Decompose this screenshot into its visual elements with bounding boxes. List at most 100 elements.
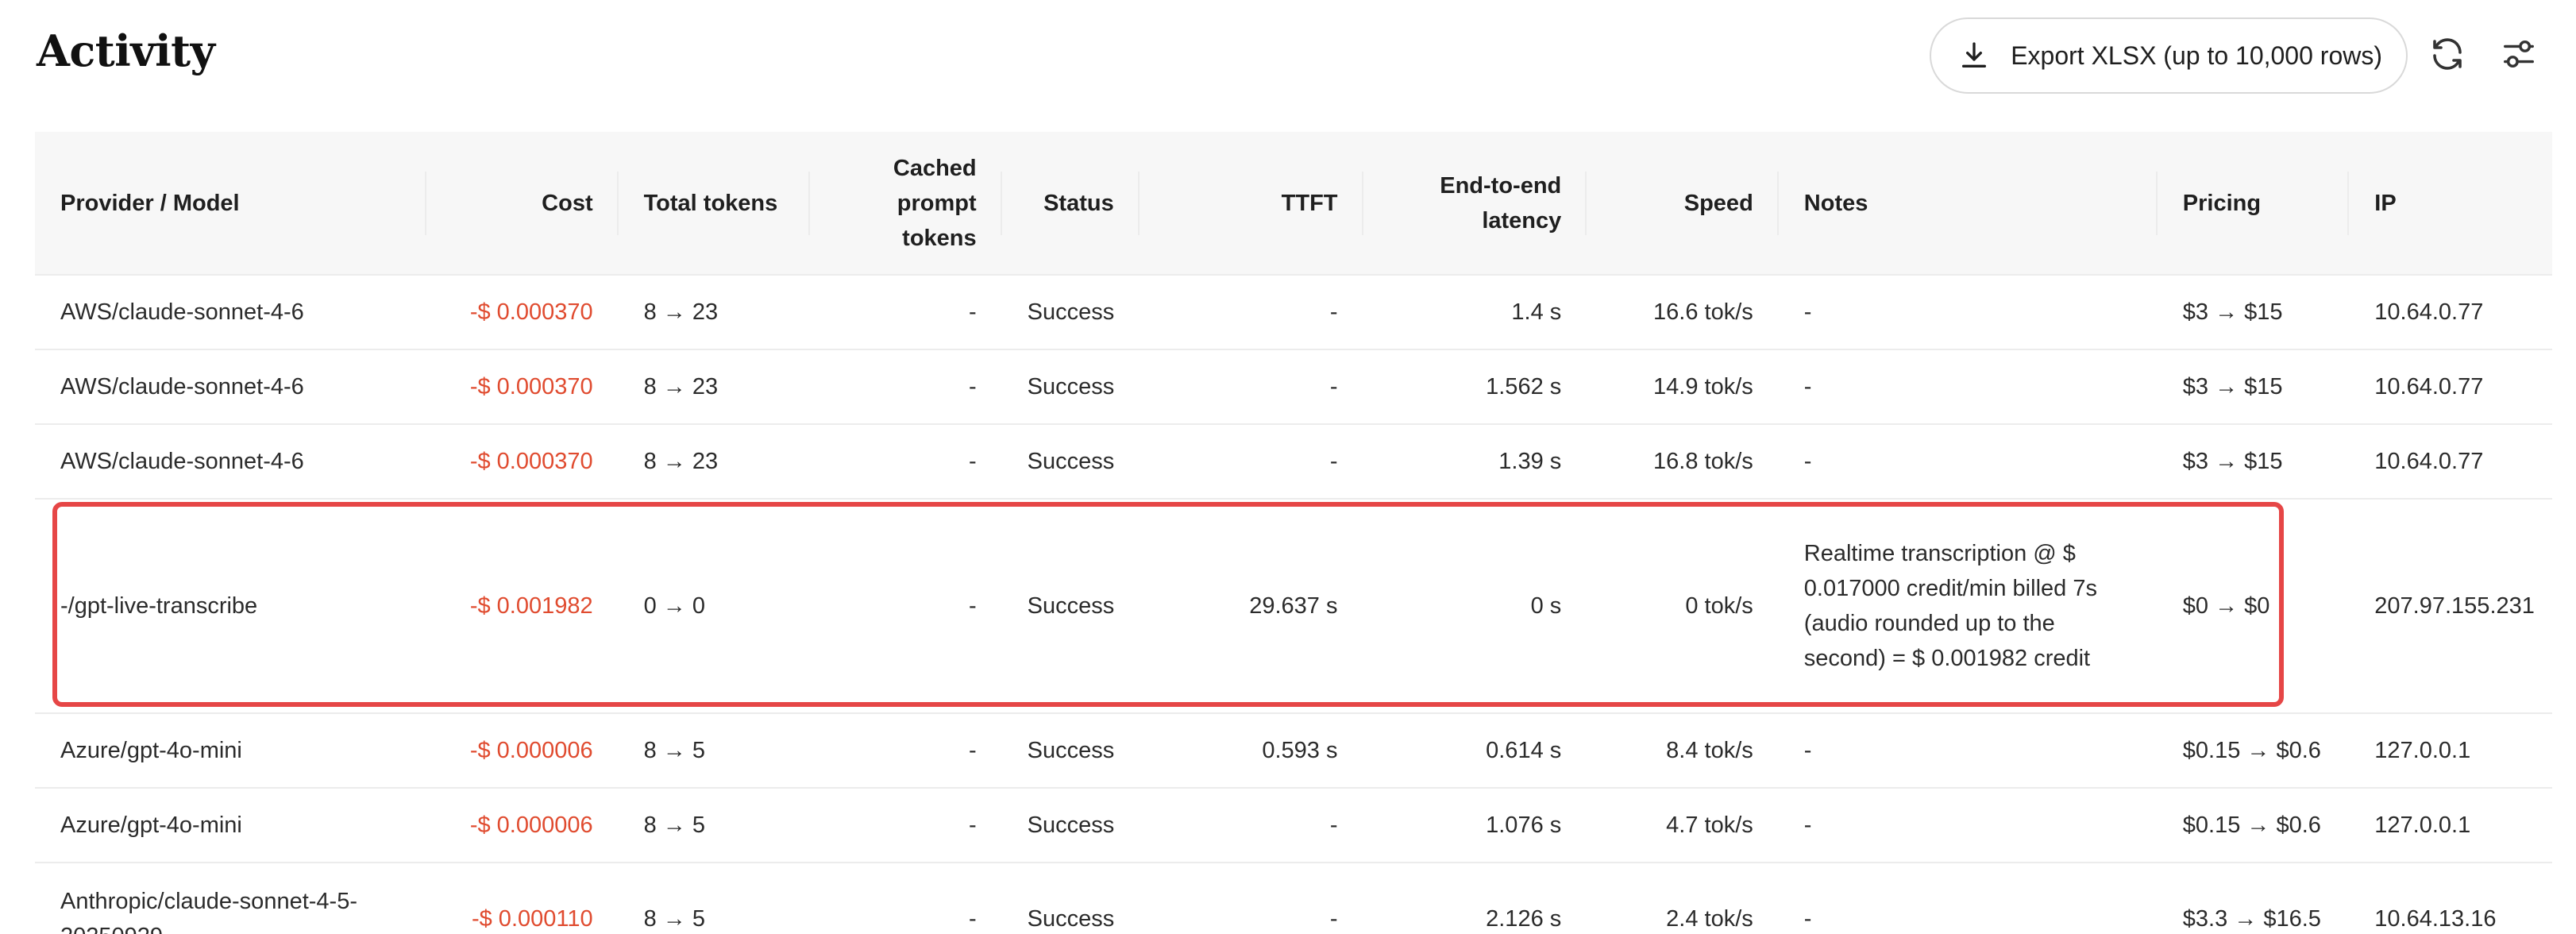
cell-speed: 0 tok/s — [1587, 498, 1779, 713]
cell-cost: -$ 0.000370 — [426, 423, 619, 499]
column-header-end-to-end-latency[interactable]: End-to-end latency — [1363, 132, 1587, 275]
cell-speed: 16.8 tok/s — [1587, 423, 1779, 499]
cell-status: Success — [1001, 862, 1140, 934]
column-header-status[interactable]: Status — [1001, 132, 1140, 275]
column-header-ip[interactable]: IP — [2349, 132, 2552, 275]
column-header-pricing[interactable]: Pricing — [2157, 132, 2350, 275]
cell-model: AWS/claude-sonnet-4-6 — [35, 274, 427, 349]
cell-status: Success — [1001, 349, 1140, 424]
cell-total-tokens: 8 → 5 — [618, 787, 811, 863]
cell-ip: 207.97.155.231 — [2349, 498, 2552, 713]
cell-notes: - — [1778, 712, 2158, 788]
download-icon — [1958, 40, 1990, 71]
cell-pricing: $3 → $15 — [2157, 274, 2350, 349]
column-header-cost[interactable]: Cost — [426, 132, 619, 275]
page-title: Activity — [37, 25, 215, 76]
cell-cost: -$ 0.000370 — [426, 349, 619, 424]
cell-latency: 1.39 s — [1363, 423, 1587, 499]
cell-ip: 127.0.0.1 — [2349, 712, 2552, 788]
activity-table-container[interactable]: Provider / Model Cost Total tokens Cache… — [35, 132, 2552, 934]
sliders-icon — [2501, 36, 2537, 76]
export-button-label: Export XLSX (up to 10,000 rows) — [2011, 41, 2382, 70]
table-row[interactable]: AWS/claude-sonnet-4-6 -$ 0.000370 8 → 23… — [35, 423, 2552, 499]
cell-cached-tokens: - — [810, 787, 1002, 863]
cell-cost: -$ 0.000006 — [426, 712, 619, 788]
cell-pricing: $0 → $0 — [2157, 498, 2350, 713]
refresh-icon — [2428, 35, 2466, 77]
cell-latency: 2.126 s — [1363, 862, 1587, 934]
cell-notes: - — [1778, 349, 2158, 424]
cell-cost: -$ 0.000110 — [426, 862, 619, 934]
cell-latency: 1.562 s — [1363, 349, 1587, 424]
cell-latency: 0.614 s — [1363, 712, 1587, 788]
cell-ttft: 0.593 s — [1139, 712, 1363, 788]
cell-cached-tokens: - — [810, 423, 1002, 499]
table-row[interactable]: Azure/gpt-4o-mini -$ 0.000006 8 → 5 - Su… — [35, 787, 2552, 863]
cell-speed: 2.4 tok/s — [1587, 862, 1779, 934]
cell-cached-tokens: - — [810, 862, 1002, 934]
column-header-notes[interactable]: Notes — [1778, 132, 2158, 275]
cell-latency: 0 s — [1363, 498, 1587, 713]
cell-model: AWS/claude-sonnet-4-6 — [35, 349, 427, 424]
cell-cached-tokens: - — [810, 349, 1002, 424]
cell-total-tokens: 0 → 0 — [618, 498, 811, 713]
column-header-provider-model[interactable]: Provider / Model — [35, 132, 427, 275]
cell-notes: - — [1778, 862, 2158, 934]
column-header-total-tokens[interactable]: Total tokens — [618, 132, 811, 275]
cell-ttft: - — [1139, 787, 1363, 863]
cell-ttft: - — [1139, 423, 1363, 499]
cell-ip: 127.0.0.1 — [2349, 787, 2552, 863]
cell-ttft: - — [1139, 274, 1363, 349]
cell-pricing: $3.3 → $16.5 — [2157, 862, 2350, 934]
cell-cost: -$ 0.000006 — [426, 787, 619, 863]
table-row[interactable]: AWS/claude-sonnet-4-6 -$ 0.000370 8 → 23… — [35, 349, 2552, 424]
cell-speed: 16.6 tok/s — [1587, 274, 1779, 349]
cell-cached-tokens: - — [810, 498, 1002, 713]
cell-pricing: $3 → $15 — [2157, 349, 2350, 424]
table-header-row: Provider / Model Cost Total tokens Cache… — [35, 132, 2552, 275]
cell-notes: Realtime transcription @ $ 0.017000 cred… — [1778, 498, 2158, 713]
cell-ttft: - — [1139, 349, 1363, 424]
cell-cost: -$ 0.000370 — [426, 274, 619, 349]
cell-ip: 10.64.13.16 — [2349, 862, 2552, 934]
cell-pricing: $0.15 → $0.6 — [2157, 787, 2350, 863]
filter-settings-button[interactable] — [2487, 24, 2551, 87]
column-header-ttft[interactable]: TTFT — [1139, 132, 1363, 275]
cell-model: Azure/gpt-4o-mini — [35, 787, 427, 863]
cell-latency: 1.4 s — [1363, 274, 1587, 349]
table-row[interactable]: Anthropic/claude-sonnet-4-5-20250929 -$ … — [35, 862, 2552, 934]
cell-total-tokens: 8 → 23 — [618, 423, 811, 499]
cell-notes: - — [1778, 787, 2158, 863]
refresh-button[interactable] — [2416, 24, 2479, 87]
export-xlsx-button[interactable]: Export XLSX (up to 10,000 rows) — [1930, 17, 2408, 94]
cell-pricing: $0.15 → $0.6 — [2157, 712, 2350, 788]
table-row-highlighted[interactable]: -/gpt-live-transcribe -$ 0.001982 0 → 0 … — [35, 498, 2552, 713]
cell-cached-tokens: - — [810, 712, 1002, 788]
cell-total-tokens: 8 → 23 — [618, 274, 811, 349]
cell-ip: 10.64.0.77 — [2349, 423, 2552, 499]
cell-total-tokens: 8 → 23 — [618, 349, 811, 424]
cell-ip: 10.64.0.77 — [2349, 274, 2552, 349]
table-row[interactable]: AWS/claude-sonnet-4-6 -$ 0.000370 8 → 23… — [35, 274, 2552, 349]
column-header-cached-prompt-tokens[interactable]: Cached prompt tokens — [810, 132, 1002, 275]
cell-model: Anthropic/claude-sonnet-4-5-20250929 — [35, 862, 427, 934]
column-header-speed[interactable]: Speed — [1587, 132, 1779, 275]
cell-total-tokens: 8 → 5 — [618, 712, 811, 788]
table-row[interactable]: Azure/gpt-4o-mini -$ 0.000006 8 → 5 - Su… — [35, 712, 2552, 788]
cell-cost: -$ 0.001982 — [426, 498, 619, 713]
cell-status: Success — [1001, 498, 1140, 713]
cell-total-tokens: 8 → 5 — [618, 862, 811, 934]
cell-speed: 8.4 tok/s — [1587, 712, 1779, 788]
cell-cached-tokens: - — [810, 274, 1002, 349]
cell-speed: 14.9 tok/s — [1587, 349, 1779, 424]
cell-notes: - — [1778, 423, 2158, 499]
cell-latency: 1.076 s — [1363, 787, 1587, 863]
cell-ttft: - — [1139, 862, 1363, 934]
activity-table: Provider / Model Cost Total tokens Cache… — [35, 132, 2552, 934]
cell-model: AWS/claude-sonnet-4-6 — [35, 423, 427, 499]
cell-status: Success — [1001, 787, 1140, 863]
cell-ttft: 29.637 s — [1139, 498, 1363, 713]
cell-speed: 4.7 tok/s — [1587, 787, 1779, 863]
cell-pricing: $3 → $15 — [2157, 423, 2350, 499]
cell-notes: - — [1778, 274, 2158, 349]
